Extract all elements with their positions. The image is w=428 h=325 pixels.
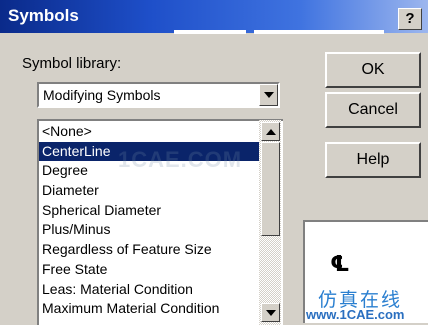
arrow-down-icon — [265, 309, 276, 316]
dropdown-arrow-button[interactable] — [259, 84, 278, 106]
arrow-up-icon — [265, 128, 276, 135]
scroll-down-button[interactable] — [261, 303, 280, 322]
symbol-list-item[interactable]: Free State — [39, 260, 261, 280]
symbol-list[interactable]: <None> CenterLine Degree Diameter Spherical … — [37, 119, 283, 325]
context-help-button[interactable]: ? — [398, 8, 422, 30]
symbol-list-item[interactable]: <None> — [39, 122, 261, 142]
title-bar[interactable]: Symbols ? — [0, 0, 428, 34]
symbol-list-item[interactable]: Plus/Minus — [39, 220, 261, 240]
symbol-library-dropdown[interactable]: Modifying Symbols — [37, 82, 280, 108]
centerline-symbol-icon: ℄ — [330, 252, 350, 277]
symbol-list-item[interactable]: Regardless of Feature Size — [39, 240, 261, 260]
chevron-down-icon — [263, 92, 274, 98]
symbol-list-item[interactable]: Degree — [39, 161, 261, 181]
title-bar-strip-right — [254, 30, 384, 34]
scroll-up-button[interactable] — [261, 122, 280, 141]
symbol-list-item[interactable]: Leas: Material Condition — [39, 280, 261, 300]
symbol-list-item[interactable]: CenterLine — [39, 141, 261, 162]
cancel-button[interactable]: Cancel — [325, 92, 421, 128]
symbol-list-item[interactable]: Spherical Diameter — [39, 201, 261, 221]
ok-button[interactable]: OK — [325, 52, 421, 88]
symbol-list-item[interactable]: Maximum Material Condition — [39, 299, 261, 319]
symbol-list-items: <None> CenterLine Degree Diameter Spherical … — [39, 122, 261, 319]
list-scrollbar[interactable] — [259, 120, 281, 325]
dialog-title: Symbols — [8, 6, 79, 25]
symbol-library-label: Symbol library: — [22, 55, 122, 72]
watermark-url: www.1CAE.com — [306, 307, 405, 322]
symbol-list-item[interactable]: Diameter — [39, 181, 261, 201]
help-button[interactable]: Help — [325, 142, 421, 178]
title-bar-strip — [174, 30, 246, 34]
scroll-thumb[interactable] — [261, 142, 280, 236]
symbol-library-value: Modifying Symbols — [43, 87, 161, 103]
